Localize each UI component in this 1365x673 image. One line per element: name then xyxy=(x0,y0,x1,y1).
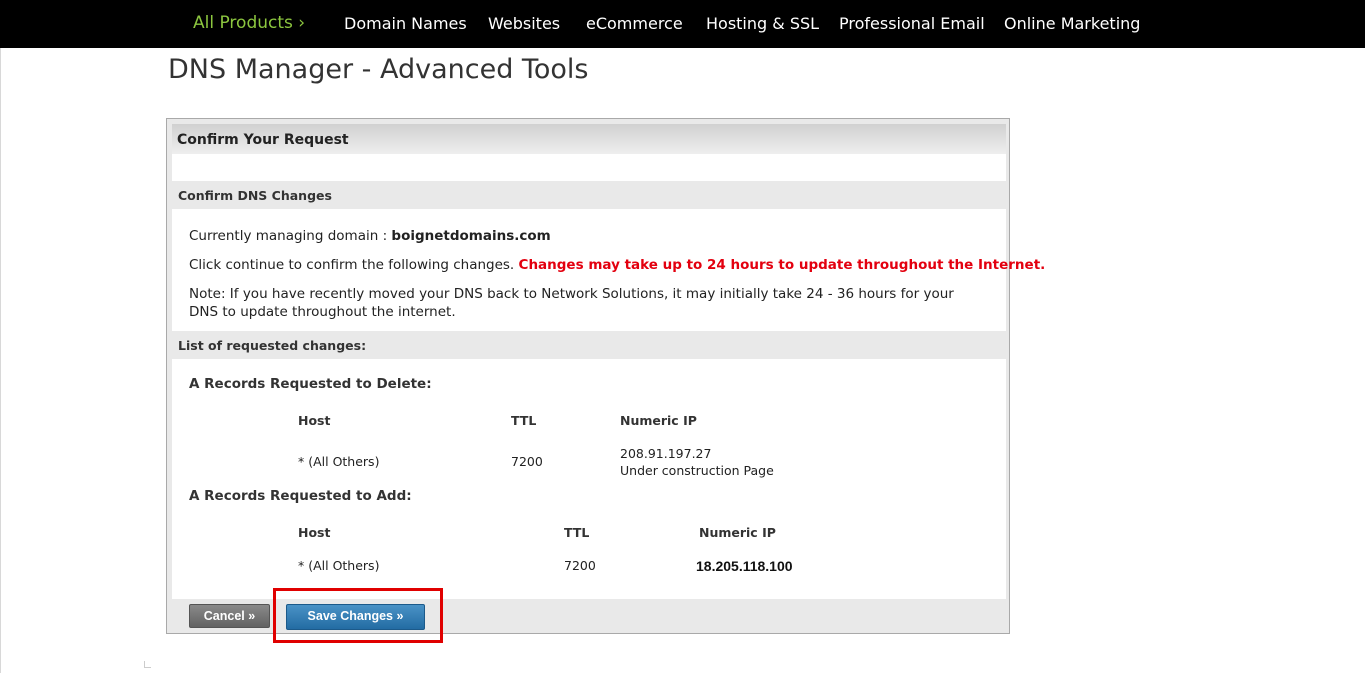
continue-text: Click continue to confirm the following … xyxy=(189,257,519,273)
delete-row-ip-note: Under construction Page xyxy=(620,463,774,478)
add-col-ip: Numeric IP xyxy=(699,525,776,540)
add-row-ttl: 7200 xyxy=(564,558,596,573)
nav-ecommerce[interactable]: eCommerce xyxy=(586,0,683,48)
dns-note: Note: If you have recently moved your DN… xyxy=(189,286,954,320)
nav-online-marketing[interactable]: Online Marketing xyxy=(1004,0,1140,48)
requested-changes-body: A Records Requested to Delete: Host TTL … xyxy=(172,359,1006,599)
confirm-request-panel: Confirm Your Request Confirm DNS Changes… xyxy=(166,118,1045,634)
delete-col-ip: Numeric IP xyxy=(620,413,697,428)
nav-professional-email[interactable]: Professional Email xyxy=(839,0,985,48)
confirm-dns-body: Currently managing domain : boignetdomai… xyxy=(172,209,1045,331)
confirm-dns-heading: Confirm DNS Changes xyxy=(178,188,332,203)
delete-col-ttl: TTL xyxy=(511,413,537,428)
save-button-highlight-box xyxy=(273,588,443,643)
top-navigation-bar: All Products › Domain Names Websites eCo… xyxy=(0,0,1365,48)
add-col-ttl: TTL xyxy=(564,525,590,540)
panel-title: Confirm Your Request xyxy=(177,132,349,148)
delete-records-heading: A Records Requested to Delete: xyxy=(189,376,432,392)
delete-row-ttl: 7200 xyxy=(511,454,543,469)
delete-row-host: * (All Others) xyxy=(298,454,380,469)
corner-mark xyxy=(144,661,151,668)
continue-line: Click continue to confirm the following … xyxy=(189,257,1045,273)
add-records-heading: A Records Requested to Add: xyxy=(189,488,412,504)
delete-col-host: Host xyxy=(298,413,331,428)
delete-row-ip: 208.91.197.27 xyxy=(620,446,712,461)
add-col-host: Host xyxy=(298,525,331,540)
page-left-edge xyxy=(0,48,1,673)
managing-domain-value: boignetdomains.com xyxy=(391,228,551,244)
nav-hosting-ssl[interactable]: Hosting & SSL xyxy=(706,0,819,48)
requested-changes-heading: List of requested changes: xyxy=(178,338,367,353)
managing-domain-label: Currently managing domain : xyxy=(189,228,392,244)
panel-spacer xyxy=(172,154,1006,181)
managing-domain-line: Currently managing domain : boignetdomai… xyxy=(189,228,551,244)
nav-all-products[interactable]: All Products › xyxy=(193,0,305,48)
cancel-button[interactable]: Cancel » xyxy=(189,604,270,628)
page-title: DNS Manager - Advanced Tools xyxy=(168,54,589,85)
nav-domain-names[interactable]: Domain Names xyxy=(344,0,467,48)
add-row-host: * (All Others) xyxy=(298,558,380,573)
nav-websites[interactable]: Websites xyxy=(488,0,560,48)
update-warning: Changes may take up to 24 hours to updat… xyxy=(518,257,1046,273)
panel-header: Confirm Your Request xyxy=(172,124,1006,154)
add-row-ip: 18.205.118.100 xyxy=(696,558,793,574)
